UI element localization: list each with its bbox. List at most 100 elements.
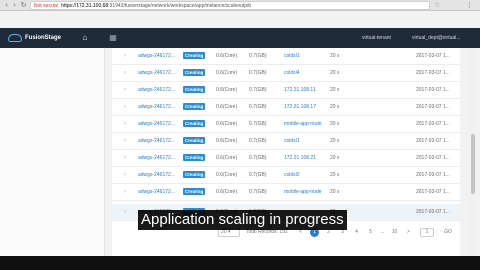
- node-link[interactable]: coldsl1: [284, 133, 334, 150]
- expand-chevron-icon[interactable]: ›: [124, 65, 126, 82]
- table-row[interactable]: › adwgs-246172... Creating 0.6(Core) 0.7…: [112, 99, 460, 116]
- table-row[interactable]: › adwgs-246172... Creating 0.6(Core) 0.7…: [112, 116, 460, 133]
- instance-name[interactable]: adwgs-246172...: [138, 65, 182, 82]
- created-time: 2017-03-07 1...: [416, 155, 450, 161]
- table-row[interactable]: › adwgs-246172... Creating 0.6(Core) 0.7…: [112, 65, 460, 82]
- status-cell: Creating: [183, 82, 206, 99]
- memory-value: 0.7(GB): [249, 172, 267, 178]
- cpu-value: 0.6(Core): [216, 87, 238, 93]
- table-row[interactable]: › adwgs-246172... Creating 0.6(Core) 0.7…: [112, 184, 460, 201]
- node-link[interactable]: coldsl4: [284, 65, 334, 82]
- cpu-value: 0.6(Core): [216, 104, 238, 110]
- instance-name[interactable]: adwgs-246172...: [138, 82, 182, 99]
- home-icon[interactable]: ⌂: [80, 33, 90, 43]
- project-menu[interactable]: virtual_dept@virtual...: [412, 33, 460, 43]
- duration-value: 20 s: [330, 155, 340, 161]
- expand-chevron-icon[interactable]: ›: [124, 48, 126, 65]
- browser-toolbar: ‹ › ↻ Not secure https://172.31.100.68:31…: [0, 0, 480, 11]
- logo-text: FusionStage: [25, 35, 62, 41]
- cpu-value: 0.6(Core): [216, 121, 238, 127]
- expand-chevron-icon[interactable]: ›: [124, 133, 126, 150]
- go-button[interactable]: GO: [442, 228, 454, 237]
- instance-name[interactable]: adwgs-246172...: [138, 99, 182, 116]
- status-cell: Creating: [183, 133, 206, 150]
- next-page-button[interactable]: >: [404, 228, 413, 237]
- duration-value: 20 s: [330, 87, 340, 93]
- user-menu[interactable]: virtual-tenant: [362, 33, 391, 43]
- status-badge: Creating: [183, 52, 206, 60]
- node-link[interactable]: coldsl1: [284, 48, 334, 65]
- table-row[interactable]: › adwgs-246172... Creating 0.6(Core) 0.7…: [112, 48, 460, 65]
- table-row[interactable]: › adwgs-246172... Creating 0.6(Core) 0.7…: [112, 150, 460, 167]
- node-link[interactable]: 172.31.108.21: [284, 150, 334, 167]
- memory-value: 0.7(GB): [249, 70, 267, 76]
- status-badge: Creating: [183, 86, 206, 94]
- instance-name[interactable]: adwgs-246172...: [138, 48, 182, 65]
- expand-chevron-icon[interactable]: ›: [124, 204, 126, 221]
- memory-value: 0.7(GB): [249, 189, 267, 195]
- status-badge: Creating: [183, 69, 206, 77]
- cpu-value: 0.6(Core): [216, 53, 238, 59]
- address-bar[interactable]: Not secure https://172.31.100.68:31943/fu…: [30, 1, 430, 10]
- menu-dots-icon[interactable]: ⋮: [466, 1, 473, 10]
- cloud-logo-icon: [8, 34, 22, 42]
- status-cell: Creating: [183, 167, 206, 184]
- memory-value: 0.7(GB): [249, 53, 267, 59]
- refresh-icon[interactable]: ↻: [19, 1, 28, 10]
- instance-name[interactable]: adwgs-246172...: [138, 150, 182, 167]
- status-badge: Creating: [183, 171, 206, 179]
- forward-arrow-icon[interactable]: ›: [10, 1, 19, 10]
- grid-icon[interactable]: ▦: [108, 33, 118, 43]
- memory-value: 0.7(GB): [249, 104, 267, 110]
- node-link[interactable]: coldsl2: [284, 167, 334, 184]
- memory-value: 0.7(GB): [249, 121, 267, 127]
- address-path: :31943/fusionstage/network/workspace/app…: [108, 3, 252, 9]
- app-header: FusionStage ⌂ ▦ virtual-tenant virtual_d…: [0, 28, 480, 48]
- node-link[interactable]: 172.31.108.11: [284, 82, 334, 99]
- status-cell: Creating: [183, 116, 206, 133]
- node-link[interactable]: mobile-app-node: [284, 184, 334, 201]
- created-time: 2017-03-07 1...: [416, 53, 450, 59]
- video-caption: Application scaling in progress: [138, 210, 347, 230]
- screen: ‹ › ↻ Not secure https://172.31.100.68:31…: [0, 0, 480, 256]
- duration-value: 20 s: [330, 138, 340, 144]
- expand-chevron-icon[interactable]: ›: [124, 167, 126, 184]
- cpu-value: 0.6(Core): [216, 70, 238, 76]
- expand-chevron-icon[interactable]: ›: [124, 82, 126, 99]
- cpu-value: 0.6(Core): [216, 138, 238, 144]
- page-5-button[interactable]: 5: [366, 228, 375, 237]
- table-row[interactable]: › adwgs-246172... Creating 0.6(Core) 0.7…: [112, 133, 460, 150]
- created-time: 2017-03-07 1...: [416, 138, 450, 144]
- instance-name[interactable]: adwgs-246172...: [138, 184, 182, 201]
- duration-value: 20 s: [330, 104, 340, 110]
- page-4-button[interactable]: 4: [352, 228, 361, 237]
- status-badge: Creating: [183, 137, 206, 145]
- instance-name[interactable]: adwgs-246172...: [138, 167, 182, 184]
- page-ellipsis: ...: [380, 229, 385, 235]
- table-row[interactable]: › adwgs-246172... Creating 0.6(Core) 0.7…: [112, 82, 460, 99]
- expand-chevron-icon[interactable]: ›: [124, 184, 126, 201]
- bookmark-star-icon[interactable]: ☆: [434, 1, 440, 10]
- created-time: 2017-03-07 1...: [416, 70, 450, 76]
- memory-value: 0.7(GB): [249, 87, 267, 93]
- duration-value: 20 s: [330, 172, 340, 178]
- expand-chevron-icon[interactable]: ›: [124, 150, 126, 167]
- duration-value: 20 s: [330, 70, 340, 76]
- node-link[interactable]: 172.31.108.17: [284, 99, 334, 116]
- created-time: 2017-03-07 1...: [416, 121, 450, 127]
- created-time: 2017-03-07 1...: [416, 87, 450, 93]
- table-row[interactable]: › adwgs-246172... Creating 0.6(Core) 0.7…: [112, 167, 460, 184]
- scrollbar-thumb[interactable]: [471, 134, 475, 194]
- vertical-scrollbar[interactable]: [470, 48, 476, 256]
- instance-name[interactable]: adwgs-246172...: [138, 133, 182, 150]
- expand-chevron-icon[interactable]: ›: [124, 99, 126, 116]
- expand-chevron-icon[interactable]: ›: [124, 116, 126, 133]
- address-host: https://172.31.100.68: [61, 3, 109, 9]
- created-time: 2017-03-07 1...: [416, 104, 450, 110]
- status-cell: Creating: [183, 184, 206, 201]
- app-logo[interactable]: FusionStage: [8, 32, 61, 44]
- page-10-button[interactable]: 10: [390, 228, 399, 237]
- instance-name[interactable]: adwgs-246172...: [138, 116, 182, 133]
- node-link[interactable]: mobile-app-node: [284, 116, 334, 133]
- goto-page-input[interactable]: 1: [420, 228, 434, 237]
